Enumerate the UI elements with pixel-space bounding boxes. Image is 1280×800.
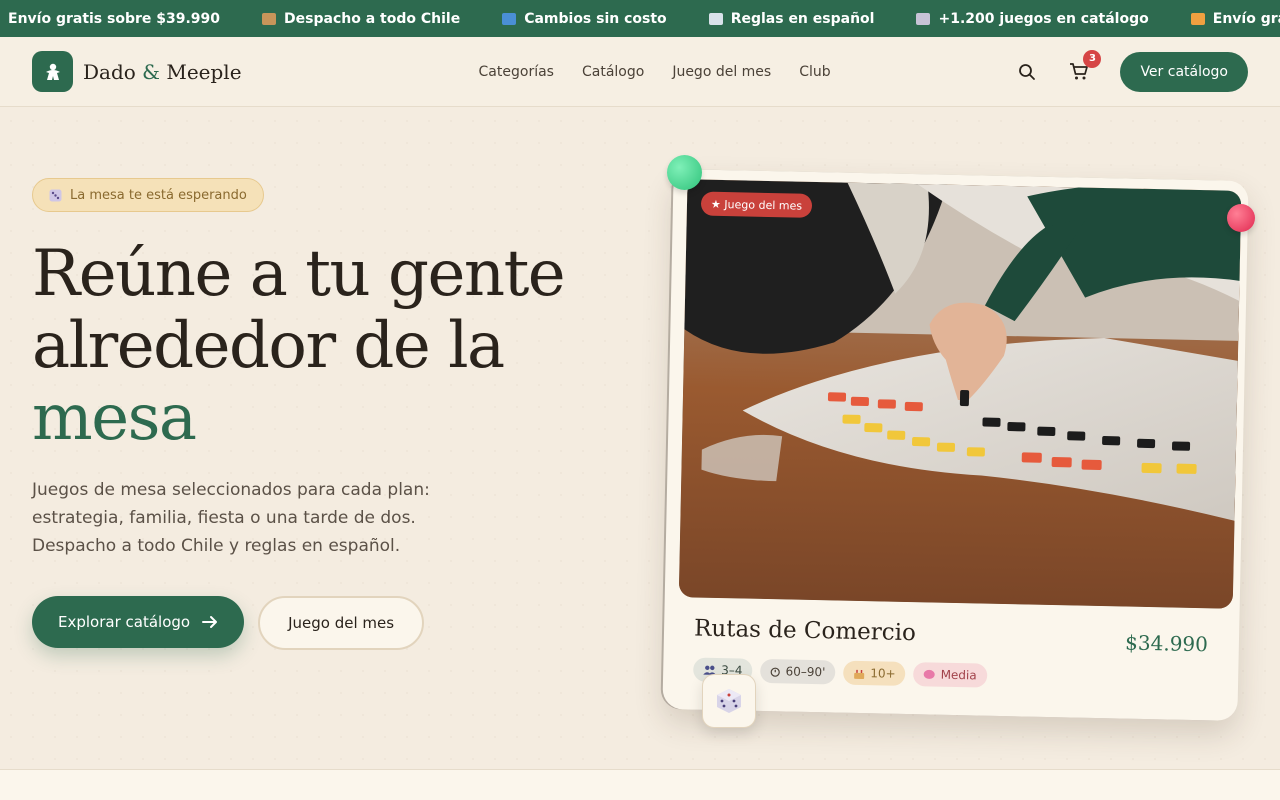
- hero-content: La mesa te está esperando Reúne a tu gen…: [32, 178, 592, 650]
- difficulty-tag: Media: [913, 662, 987, 688]
- decorative-green-ball: [667, 155, 702, 190]
- hero-buttons: Explorar catálogo Juego del mes: [32, 596, 592, 650]
- dice-icon: [49, 189, 62, 201]
- ticker-item: Despacho a todo Chile: [262, 11, 460, 27]
- decorative-red-ball: [1227, 204, 1255, 232]
- ticker-item: Cambios sin costo: [502, 11, 667, 27]
- header-actions: 3 Ver catálogo: [1012, 49, 1248, 92]
- nav-juego-del-mes[interactable]: Juego del mes: [672, 64, 771, 80]
- game-of-month-button[interactable]: Juego del mes: [258, 596, 425, 650]
- meeple-logo-icon: [32, 51, 73, 92]
- nav-club[interactable]: Club: [799, 64, 830, 80]
- site-header: Dado & Meeple Categorías Catálogo Juego …: [0, 37, 1280, 107]
- hero-pill: La mesa te está esperando: [32, 178, 264, 212]
- brand-link[interactable]: Dado & Meeple: [32, 51, 242, 92]
- dice-chip: [702, 674, 756, 728]
- featured-game-card[interactable]: ★ Juego del mes Rutas de Comercio $34.99…: [662, 165, 1249, 725]
- game-of-month-badge: ★ Juego del mes: [700, 191, 813, 218]
- dice-icon: [916, 12, 931, 25]
- brain-icon: [924, 669, 936, 679]
- game-price: $34.990: [1124, 630, 1209, 657]
- brand-name: Dado & Meeple: [83, 59, 242, 84]
- announcement-ticker: Envío gratis sobre $39.990 Despacho a to…: [0, 0, 1280, 37]
- package-icon: [262, 12, 277, 25]
- age-tag: 10+: [843, 660, 906, 686]
- card-body: ★ Juego del mes Rutas de Comercio $34.99…: [672, 175, 1246, 717]
- arrow-right-icon: [202, 616, 218, 628]
- ticker-track: Envío gratis sobre $39.990 Despacho a to…: [0, 11, 1280, 27]
- ticker-item: Envío gratis sobre $39.990: [8, 10, 221, 27]
- cart-count-badge: 3: [1083, 49, 1102, 68]
- next-section-edge: [0, 769, 1280, 800]
- hero-description: Juegos de mesa seleccionados para cada p…: [32, 480, 430, 556]
- nav-catalogo[interactable]: Catálogo: [582, 64, 644, 80]
- age-icon: [854, 669, 865, 679]
- explore-catalog-button[interactable]: Explorar catálogo: [32, 596, 245, 648]
- search-icon: [1019, 63, 1036, 80]
- view-catalog-button[interactable]: Ver catálogo: [1120, 51, 1248, 92]
- book-icon: [708, 12, 723, 25]
- truck-icon: [1190, 12, 1205, 25]
- hero-headline: Reúne a tu gente alrededor de la mesa: [32, 237, 566, 455]
- time-tag: 60–90': [760, 658, 836, 685]
- ticker-item: +1.200 juegos en catálogo: [916, 11, 1149, 27]
- game-photo: ★ Juego del mes: [678, 179, 1242, 609]
- nav-categorias[interactable]: Categorías: [479, 64, 554, 80]
- exchange-icon: [502, 12, 517, 25]
- cart-button[interactable]: 3: [1064, 49, 1102, 87]
- game-title: Rutas de Comercio: [693, 615, 917, 647]
- board-game-photo-illustration: [678, 179, 1242, 609]
- dice-icon: [717, 689, 741, 713]
- main-nav: Categorías Catálogo Juego del mes Club: [479, 64, 831, 80]
- ticker-item: Reglas en español: [708, 11, 874, 27]
- ticker-item: Envío gratis sobre $39.990: [1190, 11, 1280, 27]
- timer-icon: [770, 667, 781, 677]
- search-button[interactable]: [1012, 57, 1042, 87]
